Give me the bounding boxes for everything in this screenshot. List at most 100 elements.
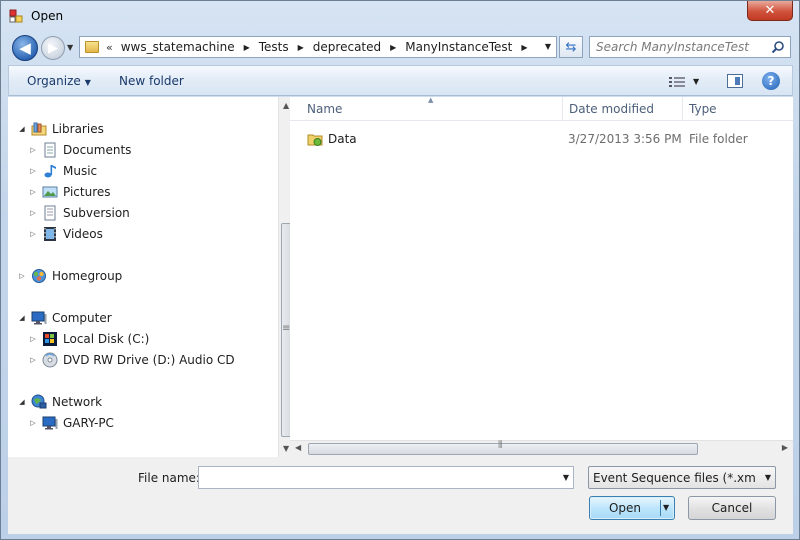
new-folder-button[interactable]: New folder bbox=[119, 74, 184, 88]
tree-item-homegroup[interactable]: ▷ Homegroup bbox=[17, 266, 122, 286]
homegroup-icon bbox=[32, 269, 46, 283]
search-box[interactable] bbox=[589, 36, 791, 58]
collapsed-icon[interactable]: ▷ bbox=[17, 272, 27, 280]
breadcrumb-item[interactable]: wws_statemachine bbox=[119, 40, 237, 54]
tree-item-libraries[interactable]: ◢ Libraries bbox=[17, 119, 104, 139]
music-icon bbox=[44, 165, 56, 178]
network-icon bbox=[31, 394, 47, 409]
subversion-icon bbox=[44, 205, 56, 221]
breadcrumb-chevron-icon[interactable]: ▶ bbox=[521, 43, 527, 52]
tree-item-pictures[interactable]: ▷ Pictures bbox=[28, 182, 110, 202]
column-header-name[interactable]: Name bbox=[307, 102, 342, 116]
file-type-filter-value: Event Sequence files (*.xml;*.es bbox=[593, 471, 755, 485]
file-name-label: File name: bbox=[138, 471, 200, 485]
organize-menu[interactable]: Organize ▼ bbox=[27, 74, 91, 88]
breadcrumb-item[interactable]: deprecated bbox=[311, 40, 383, 54]
tree-item-gary-pc[interactable]: ▷ GARY-PC bbox=[28, 413, 114, 433]
file-type-filter-select[interactable]: Event Sequence files (*.xml;*.es ▼ bbox=[588, 466, 776, 489]
cancel-button[interactable]: Cancel bbox=[688, 496, 776, 520]
file-name-combobox[interactable]: ▼ bbox=[198, 466, 574, 489]
collapsed-icon[interactable]: ▷ bbox=[28, 167, 38, 175]
collapsed-icon[interactable]: ▷ bbox=[28, 356, 38, 364]
scroll-up-icon[interactable]: ▲ bbox=[283, 101, 289, 110]
column-divider[interactable] bbox=[562, 97, 563, 121]
horizontal-scrollbar[interactable]: ◀ ⦀ ▶ bbox=[290, 440, 793, 457]
change-view-button[interactable]: ▼ bbox=[669, 73, 709, 90]
tree-item-local-disk[interactable]: ▷ Local Disk (C:) bbox=[28, 329, 149, 349]
tree-item-label: Subversion bbox=[63, 206, 130, 220]
sort-ascending-icon: ▲ bbox=[428, 96, 434, 104]
recent-locations-dropdown-icon[interactable]: ▼ bbox=[67, 43, 73, 52]
file-list-pane: ▲ Name Date modified Type Data 3/27/2013… bbox=[290, 96, 793, 457]
scroll-right-icon[interactable]: ▶ bbox=[782, 443, 788, 452]
organize-label: Organize bbox=[27, 74, 81, 88]
computer-icon bbox=[31, 311, 47, 325]
breadcrumb-chevron-icon[interactable]: ▶ bbox=[298, 43, 304, 52]
open-options-dropdown-icon[interactable]: ▼ bbox=[663, 503, 669, 512]
expanded-icon[interactable]: ◢ bbox=[17, 125, 27, 133]
refresh-icon: ⇆ bbox=[565, 39, 577, 55]
forward-button[interactable]: ▶ bbox=[41, 36, 65, 60]
tree-item-documents[interactable]: ▷ Documents bbox=[28, 140, 131, 160]
breadcrumb-chevron-icon[interactable]: ▶ bbox=[390, 43, 396, 52]
close-button[interactable]: ✕ bbox=[747, 1, 793, 21]
column-header-type[interactable]: Type bbox=[689, 102, 717, 116]
folder-icon bbox=[85, 41, 99, 53]
navigation-pane: ◢ Libraries ▷ Documents ▷ Music ▷ Pictur… bbox=[8, 97, 295, 457]
tree-item-computer[interactable]: ◢ Computer bbox=[17, 308, 112, 328]
collapsed-icon[interactable]: ▷ bbox=[28, 209, 38, 217]
expanded-icon[interactable]: ◢ bbox=[17, 314, 27, 322]
refresh-button[interactable]: ⇆ bbox=[559, 36, 583, 58]
help-icon: ? bbox=[767, 74, 775, 88]
chevron-down-icon: ▼ bbox=[764, 473, 771, 482]
breadcrumb-overflow[interactable]: « bbox=[106, 41, 113, 54]
computer-icon bbox=[42, 416, 58, 430]
scroll-down-icon[interactable]: ▼ bbox=[283, 444, 289, 453]
collapsed-icon[interactable]: ▷ bbox=[28, 419, 38, 427]
tree-item-subversion[interactable]: ▷ Subversion bbox=[28, 203, 130, 223]
scroll-left-icon[interactable]: ◀ bbox=[295, 443, 301, 452]
tree-item-network[interactable]: ◢ Network bbox=[17, 392, 102, 412]
open-button-label: Open bbox=[608, 501, 642, 515]
tree-item-label: GARY-PC bbox=[63, 416, 114, 430]
address-dropdown-icon[interactable]: ▼ bbox=[545, 42, 551, 51]
title-bar: Open ✕ bbox=[1, 1, 799, 31]
expanded-icon[interactable]: ◢ bbox=[17, 398, 27, 406]
tree-item-label: Computer bbox=[52, 311, 112, 325]
scrollbar-thumb[interactable] bbox=[308, 443, 698, 455]
address-bar[interactable]: « wws_statemachine ▶ Tests ▶ deprecated … bbox=[79, 36, 557, 58]
tree-item-videos[interactable]: ▷ Videos bbox=[28, 224, 103, 244]
close-icon: ✕ bbox=[764, 3, 776, 18]
column-header-date-modified[interactable]: Date modified bbox=[569, 102, 654, 116]
tree-item-dvd-drive[interactable]: ▷ DVD RW Drive (D:) Audio CD bbox=[28, 350, 235, 370]
file-type: File folder bbox=[689, 132, 748, 146]
chevron-down-icon[interactable]: ▼ bbox=[563, 473, 569, 482]
file-name-input[interactable] bbox=[203, 470, 543, 484]
split-divider bbox=[660, 500, 661, 516]
breadcrumb-item[interactable]: ManyInstanceTest bbox=[403, 40, 514, 54]
tree-item-music[interactable]: ▷ Music bbox=[28, 161, 97, 181]
back-button[interactable]: ◀ bbox=[12, 35, 38, 61]
search-input[interactable] bbox=[596, 40, 766, 54]
breadcrumb-item[interactable]: Tests bbox=[257, 40, 291, 54]
preview-pane-icon[interactable] bbox=[727, 74, 743, 88]
collapsed-icon[interactable]: ▷ bbox=[28, 188, 38, 196]
table-row[interactable]: Data 3/27/2013 3:56 PM File folder bbox=[290, 129, 793, 149]
file-name[interactable]: Data bbox=[328, 132, 357, 146]
app-icon bbox=[9, 9, 23, 23]
tree-item-label: Videos bbox=[63, 227, 103, 241]
help-button[interactable]: ? bbox=[762, 72, 780, 90]
tree-item-label: Homegroup bbox=[52, 269, 123, 283]
collapsed-icon[interactable]: ▷ bbox=[28, 230, 38, 238]
back-arrow-icon: ◀ bbox=[19, 39, 31, 57]
open-button[interactable]: Open ▼ bbox=[589, 496, 675, 520]
collapsed-icon[interactable]: ▷ bbox=[28, 335, 38, 343]
search-icon[interactable] bbox=[771, 40, 785, 54]
collapsed-icon[interactable]: ▷ bbox=[28, 146, 38, 154]
forward-arrow-icon: ▶ bbox=[48, 40, 58, 56]
pictures-icon bbox=[42, 186, 58, 198]
videos-icon bbox=[44, 227, 56, 241]
breadcrumb-chevron-icon[interactable]: ▶ bbox=[244, 43, 250, 52]
column-divider[interactable] bbox=[682, 97, 683, 121]
chevron-down-icon: ▼ bbox=[84, 78, 91, 87]
